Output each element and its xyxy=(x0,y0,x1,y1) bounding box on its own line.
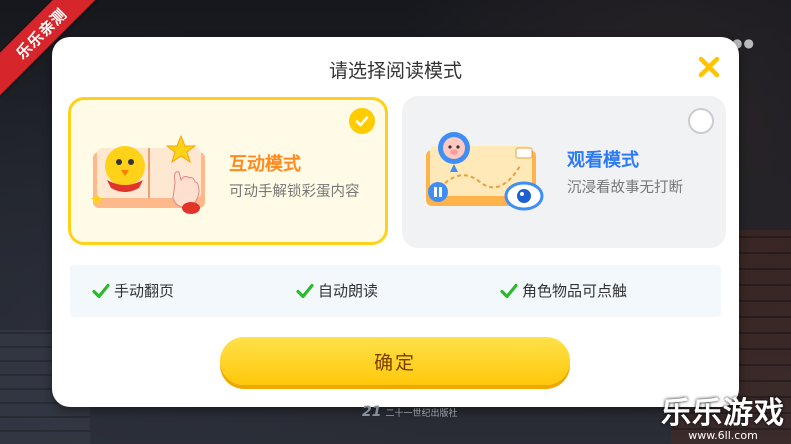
mode-description-watch: 沉浸看故事无打断 xyxy=(567,180,683,196)
close-icon xyxy=(698,56,720,78)
confirm-button[interactable]: 确定 xyxy=(220,337,570,385)
feature-list: 手动翻页 自动朗读 角色物品可点触 xyxy=(70,265,721,317)
watch-map-illustration xyxy=(426,132,544,211)
mode-card-interactive[interactable]: 互动模式 可动手解锁彩蛋内容 xyxy=(68,97,388,245)
publisher-logo: 21 二十一世纪出版社 xyxy=(362,404,458,420)
watermark-brand: 乐乐游戏 xyxy=(661,396,785,431)
feature-item: 手动翻页 xyxy=(92,280,174,301)
feature-label: 手动翻页 xyxy=(114,282,175,300)
watermark-logo: 乐乐游戏 www.6ll.com xyxy=(661,398,785,442)
publisher-name: 二十一世纪出版社 xyxy=(385,408,458,419)
mode-card-watch[interactable]: 观看模式 沉浸看故事无打断 xyxy=(402,96,726,248)
selected-check-icon xyxy=(349,108,375,134)
mode-description-interactive: 可动手解锁彩蛋内容 xyxy=(229,184,360,200)
watermark-url: www.6ll.com xyxy=(688,429,758,442)
check-icon xyxy=(500,283,518,298)
reading-mode-dialog: 请选择阅读模式 互动模式 可动手解锁彩蛋内容 观看模式 沉浸看故事无打断 手动翻… xyxy=(52,37,739,407)
interactive-book-illustration xyxy=(91,134,205,214)
publisher-badge: 21 xyxy=(362,404,382,420)
mode-title-watch: 观看模式 xyxy=(567,150,639,171)
mode-title-interactive: 互动模式 xyxy=(229,154,301,175)
feature-label: 自动朗读 xyxy=(318,282,379,300)
feature-item: 角色物品可点触 xyxy=(500,280,627,301)
dialog-title: 请选择阅读模式 xyxy=(328,60,462,82)
check-icon xyxy=(92,283,110,298)
feature-item: 自动朗读 xyxy=(296,280,378,301)
feature-label: 角色物品可点触 xyxy=(522,282,628,300)
close-button[interactable] xyxy=(695,53,723,81)
check-icon xyxy=(296,283,314,298)
unselected-radio-icon xyxy=(688,108,714,134)
